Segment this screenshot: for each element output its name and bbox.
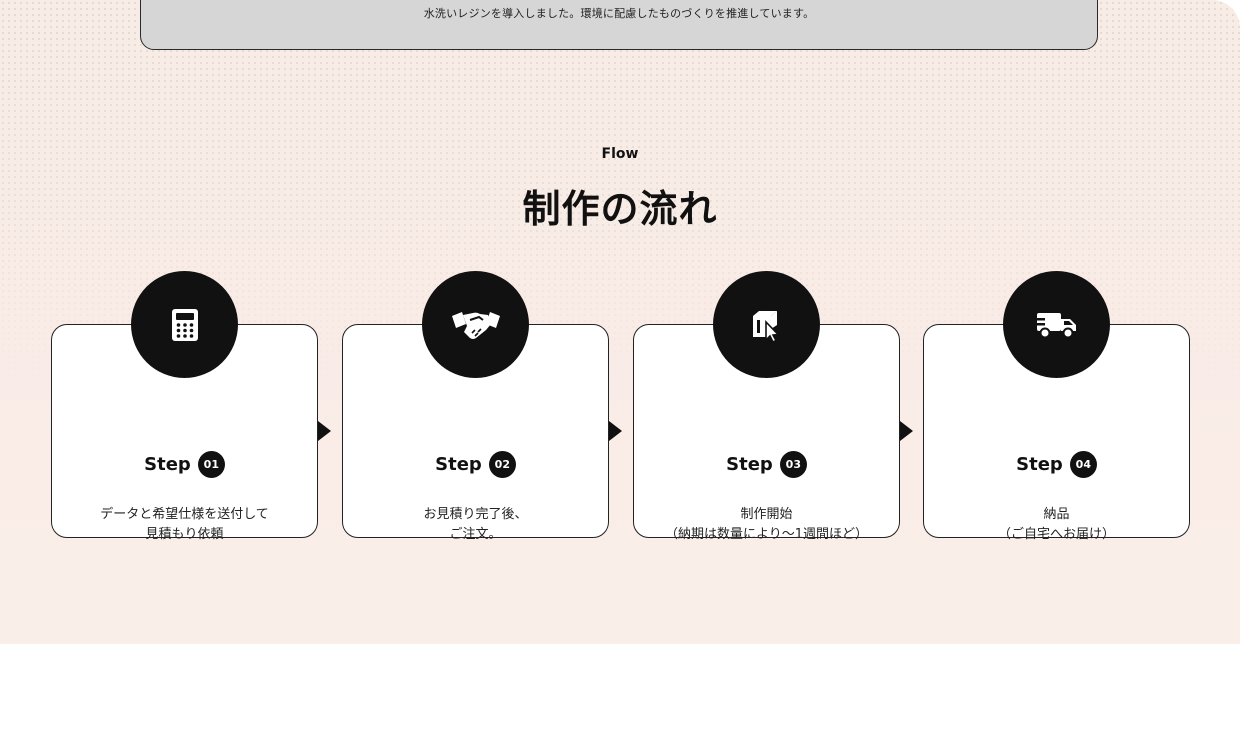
step-description: 制作開始 （納期は数量により〜1週間ほど） xyxy=(634,505,899,545)
step-word: Step xyxy=(144,454,191,475)
step-number-badge: 02 xyxy=(488,451,516,478)
section-eyebrow: Flow xyxy=(601,146,639,162)
flow-section: 水洗いレジンを導入しました。環境に配慮したものづくりを推進しています。 Flow… xyxy=(0,0,1240,644)
step-description-line: （ご自宅へお届け） xyxy=(997,527,1115,542)
step-description: お見積り完了後、 ご注文。 xyxy=(343,505,608,545)
box-cursor-icon xyxy=(752,310,780,343)
step-description: データと希望仕様を送付して 見積もり依頼 xyxy=(52,505,317,545)
step-description-line: お見積り完了後、 xyxy=(423,507,528,522)
previous-info-text: 水洗いレジンを導入しました。環境に配慮したものづくりを推進しています。 xyxy=(423,7,815,20)
step-arrow xyxy=(609,421,622,441)
step-arrow xyxy=(318,421,331,441)
step-description-line: 納品 xyxy=(1043,507,1070,522)
step-description: 納品 （ご自宅へお届け） xyxy=(924,505,1189,545)
step-description-line: 制作開始 xyxy=(740,507,793,522)
step-01: Step 01 データと希望仕様を送付して 見積もり依頼 xyxy=(51,271,318,542)
step-number-badge: 03 xyxy=(779,451,807,478)
step-icon-circle xyxy=(422,271,529,378)
step-heading: Step 03 xyxy=(634,451,899,478)
calculator-icon xyxy=(171,308,198,341)
step-word: Step xyxy=(435,454,482,475)
step-word: Step xyxy=(726,454,773,475)
step-heading: Step 02 xyxy=(343,451,608,478)
step-icon-circle xyxy=(713,271,820,378)
step-icon-circle xyxy=(1003,271,1110,378)
step-number-badge: 01 xyxy=(197,451,225,478)
step-number-badge: 04 xyxy=(1069,451,1097,478)
next-section xyxy=(0,644,1240,740)
step-description-line: （納期は数量により〜1週間ほど） xyxy=(664,527,868,542)
step-02: Step 02 お見積り完了後、 ご注文。 xyxy=(342,271,609,542)
handshake-icon xyxy=(451,311,500,339)
step-heading: Step 01 xyxy=(52,451,317,478)
step-description-line: ご注文。 xyxy=(449,527,502,542)
section-title: 制作の流れ xyxy=(522,187,718,231)
step-description-line: データと希望仕様を送付して xyxy=(100,507,269,522)
truck-icon xyxy=(1034,312,1076,338)
step-03: Step 03 制作開始 （納期は数量により〜1週間ほど） xyxy=(633,271,900,542)
step-heading: Step 04 xyxy=(924,451,1189,478)
step-icon-circle xyxy=(131,271,238,378)
step-arrow xyxy=(900,421,913,441)
previous-info-card: 水洗いレジンを導入しました。環境に配慮したものづくりを推進しています。 xyxy=(140,0,1098,50)
step-word: Step xyxy=(1016,454,1063,475)
step-description-line: 見積もり依頼 xyxy=(145,527,224,542)
step-04: Step 04 納品 （ご自宅へお届け） xyxy=(923,271,1190,542)
